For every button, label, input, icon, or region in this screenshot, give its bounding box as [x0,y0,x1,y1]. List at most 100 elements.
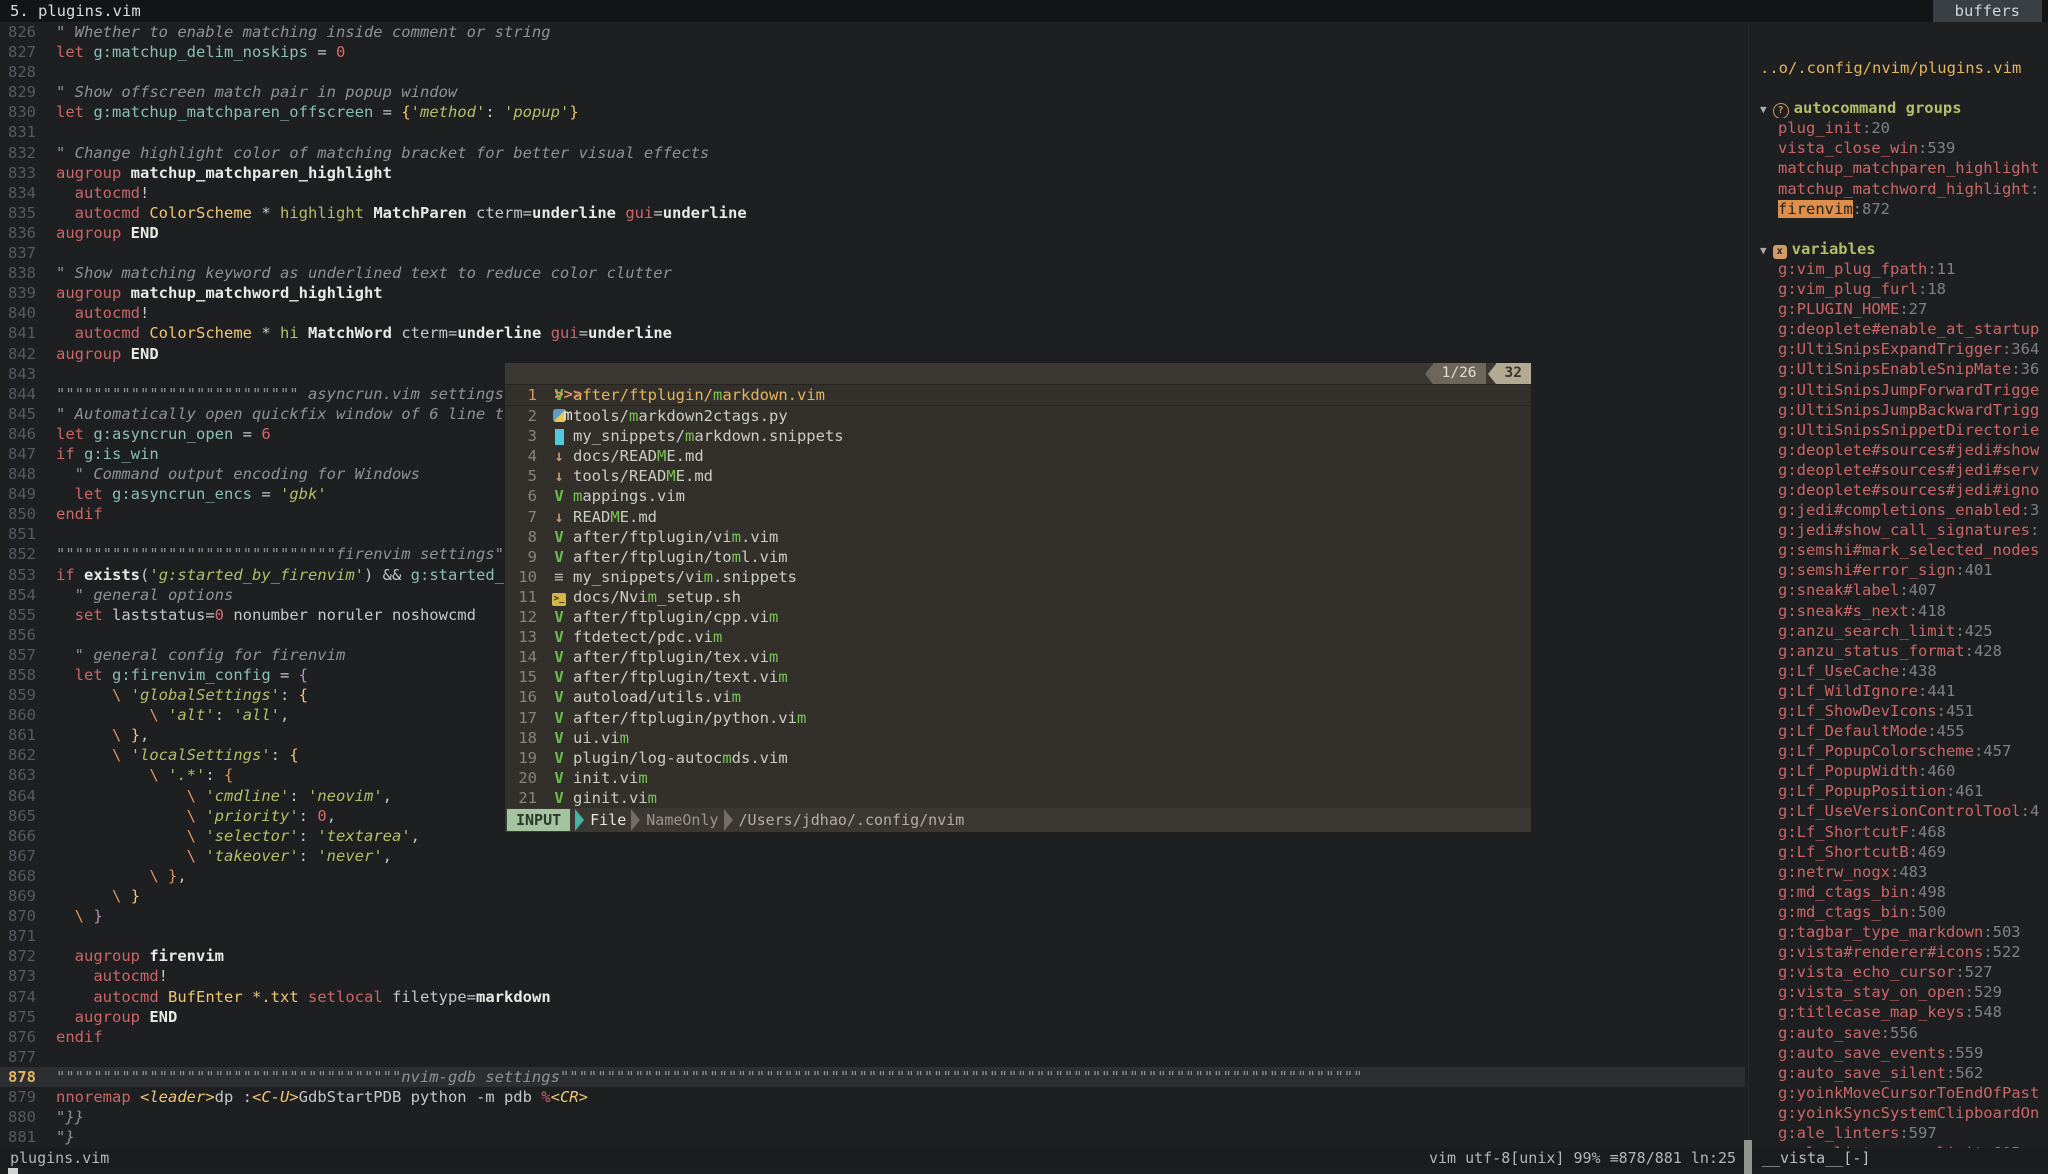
tag-item[interactable]: g:deoplete#enable_at_startup [1752,319,2048,339]
tag-item[interactable]: g:anzu_status_format:428 [1752,641,2048,661]
cmdline[interactable] [0,1168,2048,1174]
tag-item[interactable]: g:Lf_WildIgnore:441 [1752,681,2048,701]
file-result-row[interactable]: 21Vginit.vim [505,788,1531,808]
editor-line-872[interactable]: 872 augroup firenvim [0,946,1745,966]
tag-item[interactable]: g:tagbar_type_markdown:503 [1752,922,2048,942]
editor-line-837[interactable]: 837 [0,243,1745,263]
editor-line-874[interactable]: 874 autocmd BufEnter *.txt setlocal file… [0,987,1745,1007]
file-result-row[interactable]: 7↓README.md [505,507,1531,527]
tag-item[interactable]: g:Lf_PopupWidth:460 [1752,761,2048,781]
file-result-row[interactable]: 11>_docs/Nvim_setup.sh [505,587,1531,607]
file-result-row[interactable]: 20Vinit.vim [505,768,1531,788]
file-result-row[interactable]: 8Vafter/ftplugin/vim.vim [505,527,1531,547]
tag-item[interactable]: g:yoinkMoveCursorToEndOfPast [1752,1083,2048,1103]
editor-line-829[interactable]: 829" Show offscreen match pair in popup … [0,82,1745,102]
editor-line-873[interactable]: 873 autocmd! [0,966,1745,986]
editor-line-827[interactable]: 827let g:matchup_delim_noskips = 0 [0,42,1745,62]
editor-line-839[interactable]: 839augroup matchup_matchword_highlight [0,283,1745,303]
editor-line-869[interactable]: 869 \ } [0,886,1745,906]
tag-item[interactable]: g:ale_linters:597 [1752,1123,2048,1143]
tag-item[interactable]: g:deoplete#sources#jedi#show [1752,440,2048,460]
file-result-row[interactable]: 1Vafter/ftplugin/markdown.vim [505,385,1531,406]
leaderf-prompt-input[interactable]: >>> m 1/26 32 [505,363,1531,385]
file-result-row[interactable]: 5↓tools/README.md [505,466,1531,486]
editor-line-830[interactable]: 830let g:matchup_matchparen_offscreen = … [0,102,1745,122]
file-result-row[interactable]: 2tools/markdown2ctags.py [505,406,1531,426]
editor-line-878[interactable]: 878"""""""""""""""""""""""""""""""""""""… [0,1067,1745,1087]
tag-item[interactable]: g:auto_save:556 [1752,1023,2048,1043]
tag-item[interactable]: g:auto_save_events:559 [1752,1043,2048,1063]
tag-item[interactable]: g:vim_plug_furl:18 [1752,279,2048,299]
file-result-row[interactable]: 13Vftdetect/pdc.vim [505,627,1531,647]
file-result-row[interactable]: 15Vafter/ftplugin/text.vim [505,667,1531,687]
tag-item[interactable]: g:Lf_ShortcutF:468 [1752,822,2048,842]
tag-item[interactable]: g:md_ctags_bin:498 [1752,882,2048,902]
editor-line-880[interactable]: 880"}} [0,1107,1745,1127]
editor-line-833[interactable]: 833augroup matchup_matchparen_highlight [0,163,1745,183]
buffers-label[interactable]: buffers [1933,0,2042,22]
tag-item[interactable]: g:yoinkSyncSystemClipboardOn [1752,1103,2048,1123]
editor-line-875[interactable]: 875 augroup END [0,1007,1745,1027]
file-result-row[interactable]: 9Vafter/ftplugin/toml.vim [505,547,1531,567]
tag-item[interactable]: g:vim_plug_fpath:11 [1752,259,2048,279]
editor-line-870[interactable]: 870 \ } [0,906,1745,926]
tag-item[interactable]: g:UltiSnipsJumpForwardTrigge [1752,380,2048,400]
tag-item[interactable]: g:sneak#label:407 [1752,580,2048,600]
file-result-row[interactable]: 10≡my_snippets/vim.snippets [505,567,1531,587]
file-result-row[interactable]: 19Vplugin/log-autocmds.vim [505,748,1531,768]
tag-item[interactable]: g:md_ctags_bin:500 [1752,902,2048,922]
tag-item[interactable]: g:Lf_ShortcutB:469 [1752,842,2048,862]
tag-item[interactable]: g:deoplete#sources#jedi#igno [1752,480,2048,500]
file-result-row[interactable]: 14Vafter/ftplugin/tex.vim [505,647,1531,667]
tag-item[interactable]: g:Lf_PopupColorscheme:457 [1752,741,2048,761]
tag-item[interactable]: g:jedi#completions_enabled:3 [1752,500,2048,520]
tag-item[interactable]: g:UltiSnipsSnippetDirectorie [1752,420,2048,440]
tag-item[interactable]: g:Lf_UseCache:438 [1752,661,2048,681]
editor-line-835[interactable]: 835 autocmd ColorScheme * highlight Matc… [0,203,1745,223]
tag-item[interactable]: g:PLUGIN_HOME:27 [1752,299,2048,319]
tag-item[interactable]: g:Lf_UseVersionControlTool:4 [1752,801,2048,821]
tag-item[interactable]: g:UltiSnipsJumpBackwardTrigg [1752,400,2048,420]
chevron-down-icon[interactable]: ▼ [1760,103,1767,116]
tab-active[interactable]: 5. plugins.vim [10,2,141,20]
editor-line-881[interactable]: 881"} [0,1127,1745,1147]
tag-item[interactable]: g:jedi#show_call_signatures: [1752,520,2048,540]
tag-item[interactable]: g:UltiSnipsEnableSnipMate:36 [1752,359,2048,379]
tag-item[interactable]: g:Lf_DefaultMode:455 [1752,721,2048,741]
tag-item[interactable]: g:deoplete#sources#jedi#serv [1752,460,2048,480]
tag-item[interactable]: g:titlecase_map_keys:548 [1752,1002,2048,1022]
editor-line-877[interactable]: 877 [0,1047,1745,1067]
tag-item[interactable]: g:semshi#mark_selected_nodes [1752,540,2048,560]
file-result-row[interactable]: 12Vafter/ftplugin/cpp.vim [505,607,1531,627]
editor-line-876[interactable]: 876endif [0,1027,1745,1047]
chevron-down-icon[interactable]: ▼ [1760,244,1767,257]
tag-item[interactable]: g:netrw_nogx:483 [1752,862,2048,882]
tag-item[interactable]: g:Lf_PopupPosition:461 [1752,781,2048,801]
scrollbar-thumb[interactable] [1744,1140,1752,1174]
editor-line-831[interactable]: 831 [0,122,1745,142]
tag-item[interactable]: g:vista#renderer#icons:522 [1752,942,2048,962]
tag-item[interactable]: g:Lf_ShowDevIcons:451 [1752,701,2048,721]
editor-line-826[interactable]: 826" Whether to enable matching inside c… [0,22,1745,42]
file-result-row[interactable]: 3≡my_snippets/markdown.snippets [505,426,1531,446]
tag-item[interactable]: vista_close_win:539 [1752,138,2048,158]
editor-line-834[interactable]: 834 autocmd! [0,183,1745,203]
editor-line-868[interactable]: 868 \ }, [0,866,1745,886]
file-result-row[interactable]: 16Vautoload/utils.vim [505,687,1531,707]
editor-line-879[interactable]: 879nnoremap <leader>dp :<C-U>GdbStartPDB… [0,1087,1745,1107]
tag-item[interactable]: g:sneak#s_next:418 [1752,601,2048,621]
tag-item[interactable]: plug_init:20 [1752,118,2048,138]
editor-line-838[interactable]: 838" Show matching keyword as underlined… [0,263,1745,283]
tag-item[interactable]: g:anzu_search_limit:425 [1752,621,2048,641]
tag-item[interactable]: g:auto_save_silent:562 [1752,1063,2048,1083]
file-result-row[interactable]: 4↓docs/README.md [505,446,1531,466]
editor-line-836[interactable]: 836augroup END [0,223,1745,243]
tag-item[interactable]: firenvim:872 [1752,199,2048,219]
editor-line-828[interactable]: 828 [0,62,1745,82]
editor-line-867[interactable]: 867 \ 'takeover': 'never', [0,846,1745,866]
tag-item[interactable]: g:UltiSnipsExpandTrigger:364 [1752,339,2048,359]
tag-item[interactable]: matchup_matchparen_highlight [1752,158,2048,178]
file-result-row[interactable]: 18Vui.vim [505,728,1531,748]
tag-item[interactable]: g:vista_echo_cursor:527 [1752,962,2048,982]
editor-line-840[interactable]: 840 autocmd! [0,303,1745,323]
